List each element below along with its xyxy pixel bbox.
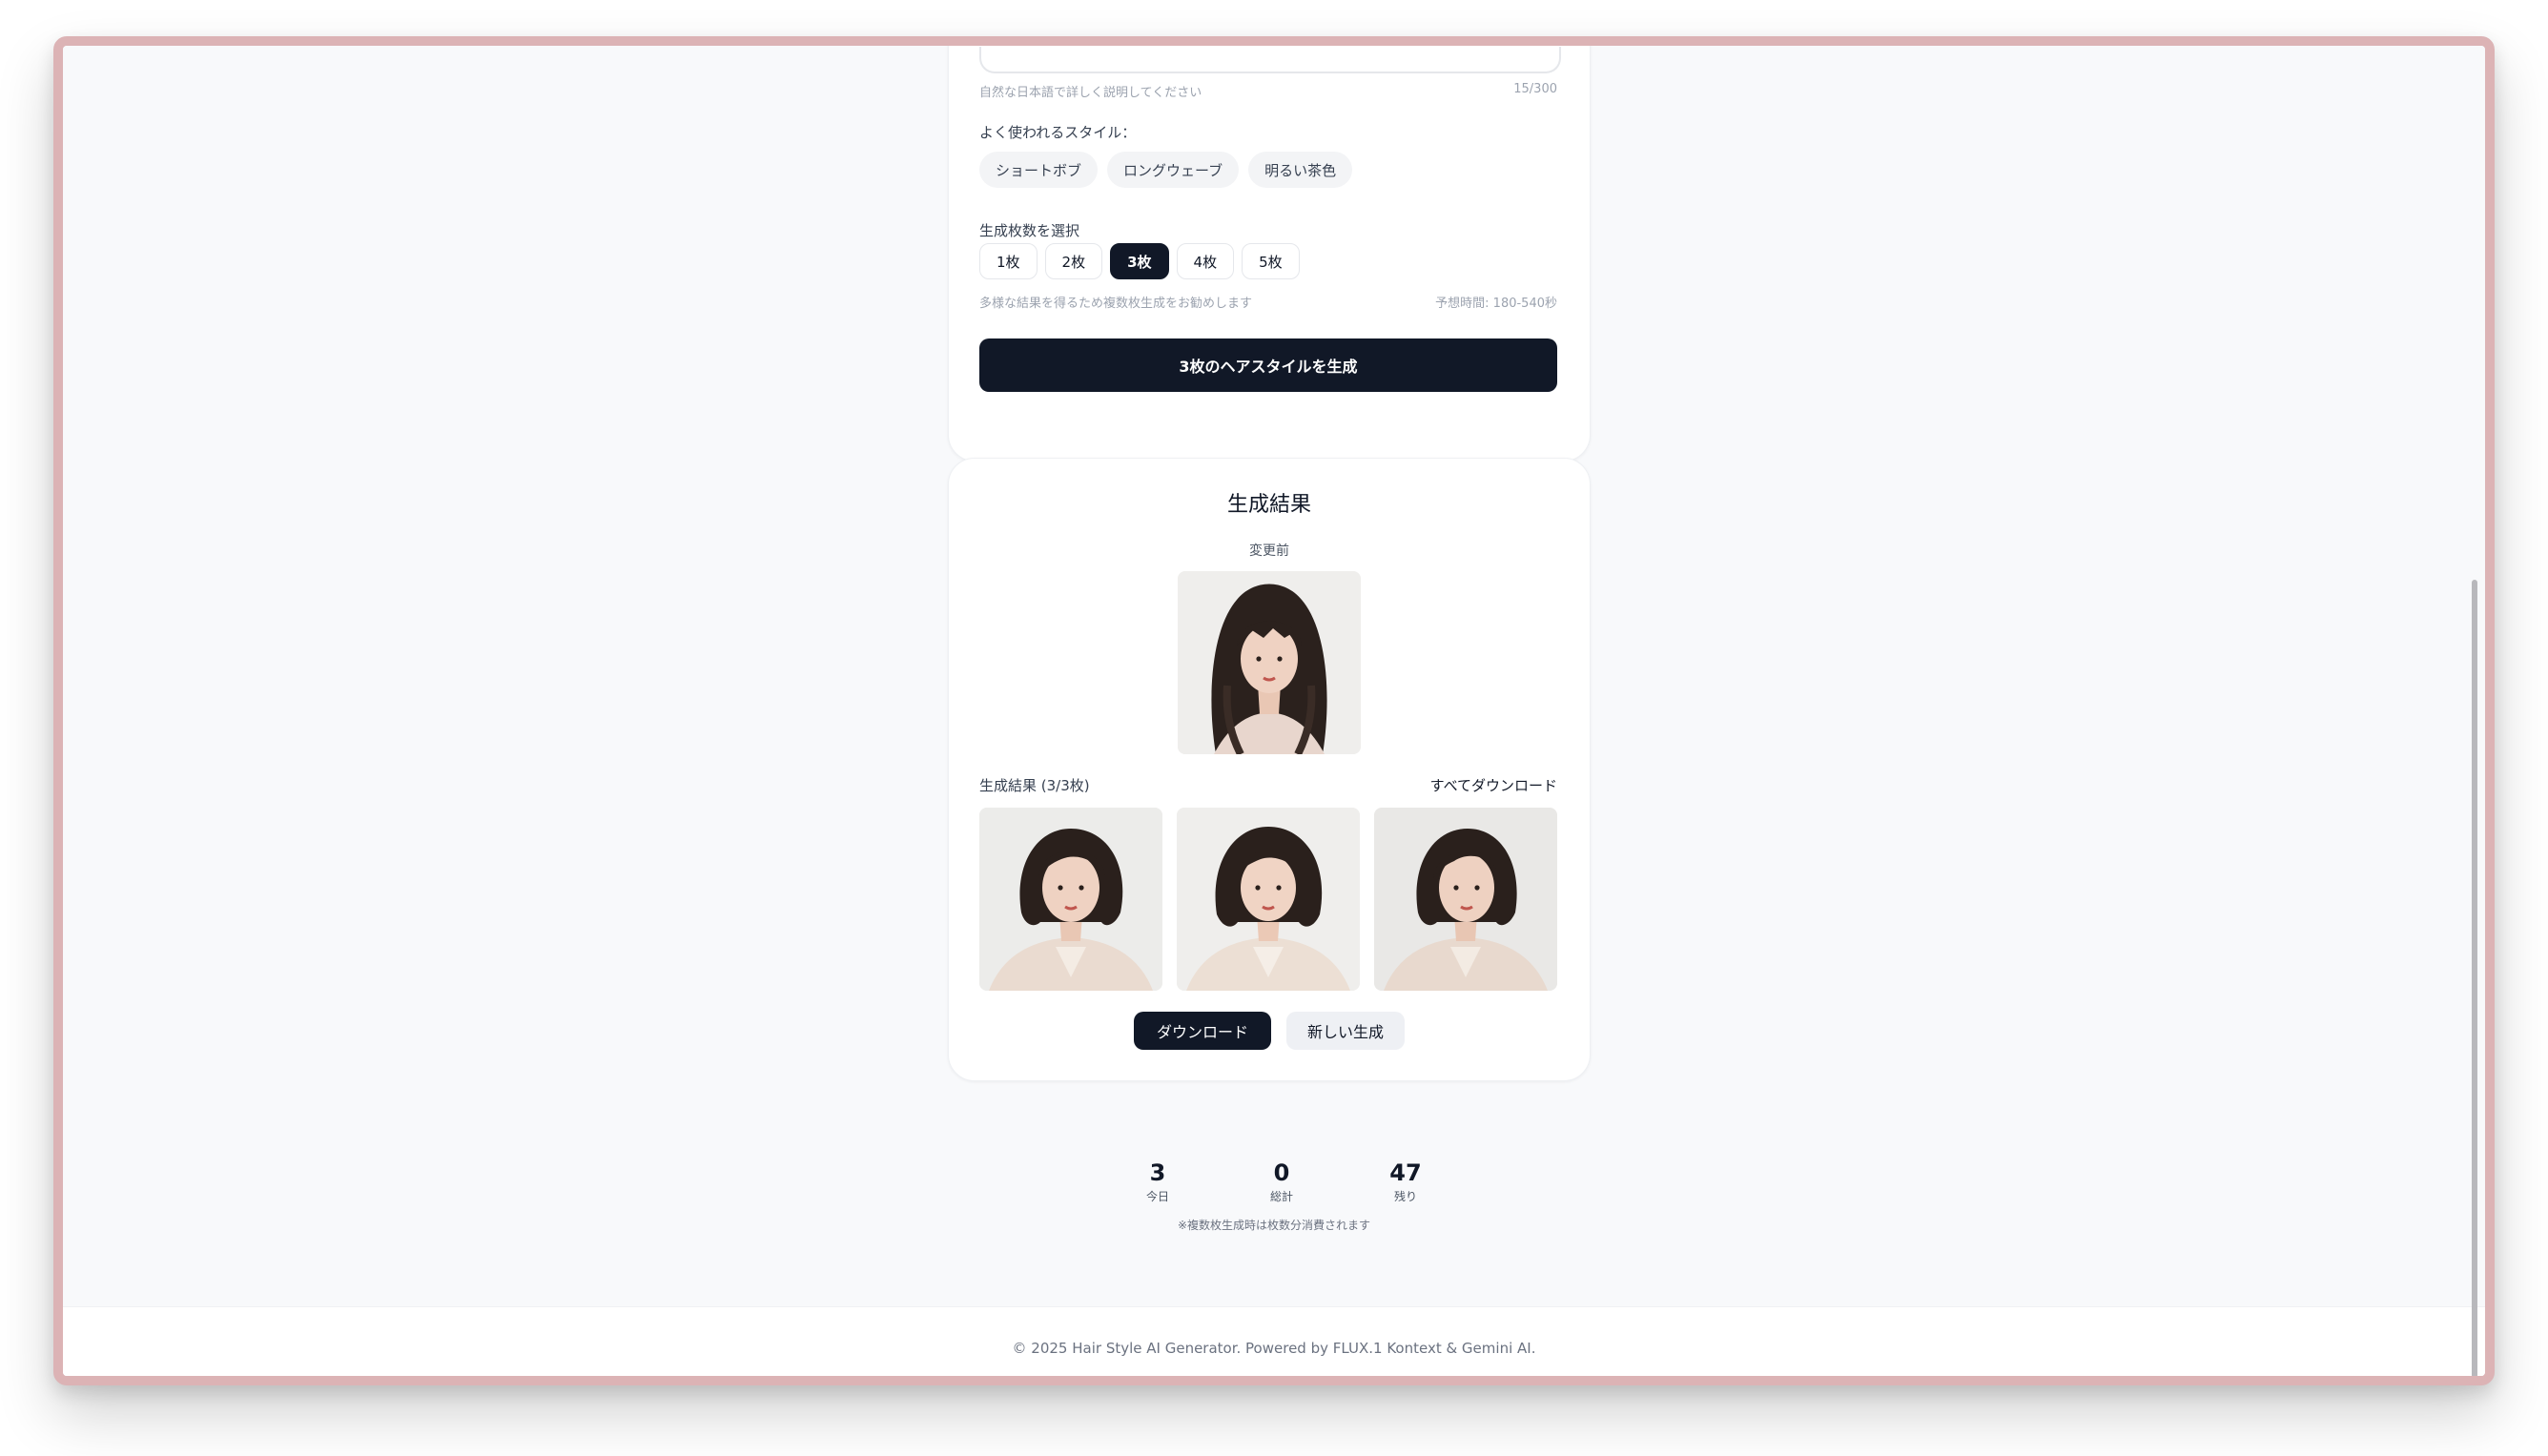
count-option-3-selected[interactable]: 3枚 bbox=[1110, 243, 1169, 279]
popular-styles-chips: ショートボブ ロングウェーブ 明るい茶色 bbox=[979, 152, 1353, 188]
style-chip-light-brown[interactable]: 明るい茶色 bbox=[1248, 152, 1353, 188]
generation-form-card: 自然な日本語で詳しく説明してください 15/300 よく使われるスタイル： ショ… bbox=[948, 46, 1591, 461]
short-bob-portrait-image bbox=[979, 808, 1162, 991]
result-grid bbox=[979, 808, 1557, 991]
stat-remaining: 47 残り bbox=[1367, 1159, 1444, 1204]
page-footer: © 2025 Hair Style AI Generator. Powered … bbox=[63, 1306, 2485, 1376]
long-hair-portrait-image bbox=[1178, 571, 1361, 754]
stat-remaining-value: 47 bbox=[1389, 1159, 1422, 1186]
result-actions: ダウンロード 新しい生成 bbox=[949, 1012, 1590, 1050]
count-option-5[interactable]: 5枚 bbox=[1242, 243, 1300, 279]
browser-window: 自然な日本語で詳しく説明してください 15/300 よく使われるスタイル： ショ… bbox=[53, 36, 2495, 1385]
download-button[interactable]: ダウンロード bbox=[1133, 1012, 1271, 1050]
result-photo-2[interactable] bbox=[1177, 808, 1360, 991]
count-option-2[interactable]: 2枚 bbox=[1044, 243, 1103, 279]
stat-today: 3 今日 bbox=[1120, 1159, 1196, 1204]
generation-count-label: 生成枚数を選択 bbox=[979, 222, 1080, 239]
page-viewport: 自然な日本語で詳しく説明してください 15/300 よく使われるスタイル： ショ… bbox=[63, 46, 2485, 1376]
short-bob-portrait-image bbox=[1374, 808, 1557, 991]
char-counter: 15/300 bbox=[1513, 82, 1557, 96]
stat-total-value: 0 bbox=[1273, 1159, 1290, 1186]
style-description-textarea[interactable] bbox=[979, 47, 1561, 73]
stat-remaining-label: 残り bbox=[1393, 1190, 1417, 1203]
before-label: 変更前 bbox=[1249, 543, 1289, 559]
short-bob-portrait-image bbox=[1177, 808, 1360, 991]
stat-total-label: 総計 bbox=[1269, 1190, 1293, 1203]
results-count-label: 生成結果 (3/3枚) bbox=[979, 777, 1090, 794]
results-title: 生成結果 bbox=[1226, 493, 1311, 517]
result-photo-3[interactable] bbox=[1374, 808, 1557, 991]
generation-count-options: 1枚 2枚 3枚 4枚 5枚 bbox=[979, 243, 1300, 279]
popular-styles-label: よく使われるスタイル： bbox=[979, 124, 1137, 141]
estimated-time: 予想時間: 180-540秒 bbox=[1435, 297, 1557, 311]
results-card: 生成結果 変更前 生成結果 (3/3枚) すべてダウンロード ダウンロード 新し… bbox=[948, 458, 1591, 1081]
results-header: 生成結果 (3/3枚) すべてダウンロード bbox=[979, 775, 1557, 795]
generate-button[interactable]: 3枚のヘアスタイルを生成 bbox=[979, 338, 1557, 392]
footer-copyright: © 2025 Hair Style AI Generator. Powered … bbox=[1012, 1340, 1536, 1357]
style-chip-long-wave[interactable]: ロングウェーブ bbox=[1107, 152, 1240, 188]
textarea-hint: 自然な日本語で詳しく説明してください bbox=[979, 86, 1202, 100]
usage-stats: 3 今日 0 総計 47 残り bbox=[1120, 1159, 1444, 1204]
stat-total: 0 総計 bbox=[1243, 1159, 1320, 1204]
count-option-1[interactable]: 1枚 bbox=[979, 243, 1038, 279]
generation-note-row: 多様な結果を得るため複数枚生成をお勧めします 予想時間: 180-540秒 bbox=[979, 293, 1557, 311]
result-photo-1[interactable] bbox=[979, 808, 1162, 991]
style-chip-short-bob[interactable]: ショートボブ bbox=[979, 152, 1099, 188]
before-photo[interactable] bbox=[1178, 571, 1361, 754]
stat-today-label: 今日 bbox=[1145, 1190, 1169, 1203]
vertical-scrollbar[interactable] bbox=[2472, 580, 2477, 1376]
recommendation-text: 多様な結果を得るため複数枚生成をお勧めします bbox=[979, 297, 1253, 311]
count-option-4[interactable]: 4枚 bbox=[1176, 243, 1235, 279]
download-all-link[interactable]: すべてダウンロード bbox=[1430, 775, 1557, 795]
new-generation-button[interactable]: 新しい生成 bbox=[1286, 1012, 1406, 1050]
stats-note: ※複数枚生成時は枚数分消費されます bbox=[1177, 1219, 1371, 1232]
stat-today-value: 3 bbox=[1149, 1159, 1166, 1186]
textarea-hint-row: 自然な日本語で詳しく説明してください 15/300 bbox=[979, 82, 1557, 100]
